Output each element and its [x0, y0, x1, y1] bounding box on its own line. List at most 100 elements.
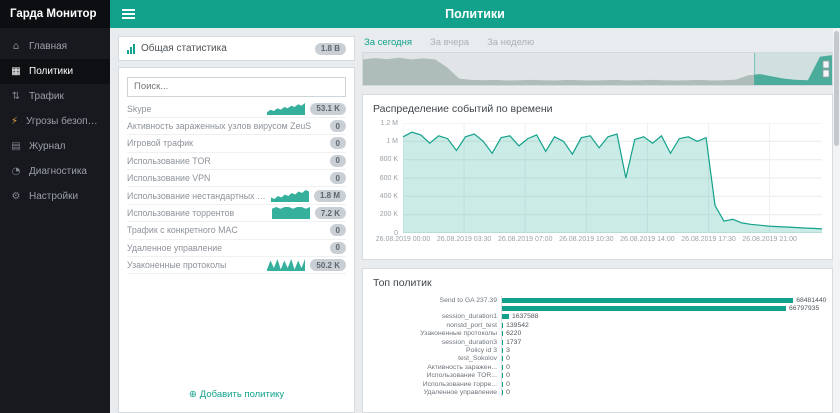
policy-list-item[interactable]: Использование торрентов 7.2 K: [127, 205, 346, 223]
sidebar-item-label: Главная: [29, 41, 68, 52]
bar-value: 139542: [506, 321, 529, 329]
policy-list-item[interactable]: Игровой трафик 0: [127, 135, 346, 153]
bar: [502, 364, 504, 370]
add-policy-button[interactable]: ⊕ Добавить политику: [119, 389, 354, 400]
brush-handle-right[interactable]: [822, 60, 830, 69]
sparkline-chart: [271, 207, 310, 220]
bar-value: 1737: [506, 338, 522, 346]
time-range-tabs: За сегодня За вчера За неделю: [364, 37, 534, 48]
bar-row: Узаконенные протоколы 6220: [373, 329, 822, 338]
scrollbar-thumb[interactable]: [834, 31, 839, 146]
search-input[interactable]: [127, 76, 346, 97]
bar: [502, 297, 794, 303]
policy-list-item[interactable]: Skype 53.1 K: [127, 101, 346, 118]
bar-track: 1737: [501, 337, 822, 347]
tab-week[interactable]: За неделю: [487, 37, 534, 48]
journal-icon: ▤: [11, 141, 21, 152]
bar: [502, 389, 504, 395]
bar-value: 66797935: [789, 305, 820, 313]
bar: [502, 339, 504, 345]
events-chart-card: Распределение событий по времени 1.2 M 1 …: [362, 94, 833, 260]
bar-label: nonstd_port_test: [446, 321, 497, 329]
timeline-brush[interactable]: [362, 52, 833, 86]
policy-name: Активность зараженных узлов вирусом ZeuS: [127, 121, 312, 132]
sparkline-chart: [267, 259, 306, 272]
policy-count-badge: 0: [329, 224, 346, 237]
sparkline-chart: [267, 102, 306, 115]
bar-row: Использование торре... 0: [373, 379, 822, 389]
threats-icon: ⚡: [11, 116, 19, 127]
bar-track: 68481440: [501, 296, 826, 305]
policy-count-badge: 53.1 K: [310, 102, 346, 115]
plus-icon: ⊕: [188, 389, 197, 400]
bar-track: 6220: [501, 329, 822, 338]
bar-value: 6220: [506, 330, 522, 338]
bar-value: 3: [506, 347, 510, 355]
sidebar-item-journal[interactable]: ▤ Журнал: [0, 134, 110, 159]
traffic-icon: ⇅: [11, 91, 21, 102]
tab-yesterday[interactable]: За вчера: [430, 37, 469, 48]
policy-count-badge: 50.2 K: [310, 259, 346, 272]
events-chart-plot: [403, 123, 822, 233]
bar-value: 0: [506, 380, 510, 388]
policy-list-item[interactable]: Активность зараженных узлов вирусом ZeuS…: [127, 118, 346, 136]
bar-row: nonstd_port_test 139542: [373, 321, 822, 330]
bar-track: 0: [501, 354, 822, 364]
page-title: Политики: [445, 7, 505, 21]
bar-label: Удаленное управление: [423, 388, 497, 396]
brush-handle-right[interactable]: [822, 69, 830, 78]
sidebar-item-diagnostics[interactable]: ◔ Диагностика: [0, 159, 110, 184]
bar-track: 0: [501, 388, 822, 397]
bar: [502, 322, 504, 328]
policy-list-item[interactable]: Использование VPN 0: [127, 170, 346, 188]
bar-label: test_Sokolov: [458, 355, 497, 363]
sidebar-item-settings[interactable]: ⚙ Настройки: [0, 184, 110, 209]
policy-count-badge: 0: [329, 154, 346, 167]
sidebar-item-threats[interactable]: ⚡ Угрозы безопасности: [0, 109, 110, 134]
total-events-badge: 1.8 B: [314, 42, 346, 55]
policy-name: Трафик с конкретного MAC: [127, 225, 238, 236]
tab-today[interactable]: За сегодня: [364, 37, 412, 48]
bar-value: 68481440: [796, 296, 827, 304]
top-policies-card: Топ политик Send to GA 237.39 68481440 667…: [362, 268, 833, 413]
policy-list-item[interactable]: Использование нестандартных портов 1.8 M: [127, 187, 346, 205]
app-root: Гарда Монитор Политики ⌂ Главная ▦ Политики…: [0, 0, 840, 413]
bar-row: Использование TOR... 0: [373, 371, 822, 380]
policy-count-badge: 0: [329, 137, 346, 150]
policy-list-item[interactable]: Трафик с конкретного MAC 0: [127, 222, 346, 240]
policies-panel: Skype 53.1 K Активность зараженных узлов в…: [118, 67, 355, 413]
x-axis-label: 26.08.2019 07:00: [497, 236, 553, 243]
bar-track: 3: [501, 346, 822, 355]
bar-label: Send to GA 237.39: [439, 296, 497, 304]
stats-panel-header[interactable]: Общая статистика 1.8 B: [118, 36, 355, 61]
bar: [502, 331, 504, 337]
app-title: Гарда Монитор: [0, 0, 110, 28]
x-axis-label: 26.08.2019 00:00: [375, 236, 431, 243]
policy-count-badge: 0: [329, 241, 346, 254]
policy-list-item[interactable]: Узаконенные протоколы 50.2 K: [127, 257, 346, 275]
bar-track: 0: [501, 371, 822, 380]
sidebar-item-home[interactable]: ⌂ Главная: [0, 34, 110, 59]
sidebar-item-label: Трафик: [29, 91, 64, 102]
bar-row: 66797935: [373, 304, 822, 313]
bar: [502, 314, 509, 320]
top-policies-title: Топ политик: [373, 277, 432, 289]
policy-list-item[interactable]: Удаленное управление 0: [127, 240, 346, 258]
policy-list: Skype 53.1 K Активность зараженных узлов в…: [127, 101, 346, 275]
policy-name: Узаконенные протоколы: [127, 260, 227, 271]
bar: [502, 381, 504, 387]
sidebar-item-label: Настройки: [29, 191, 79, 202]
bar-label: Активность заражен...: [427, 363, 497, 371]
vertical-scrollbar[interactable]: [833, 28, 840, 413]
events-chart-ylabels: 1.2 M1 M 800 K 600 K 400 K 200 K0: [373, 120, 403, 237]
sidebar-item-traffic[interactable]: ⇅ Трафик: [0, 84, 110, 109]
top-bar: Политики: [110, 0, 840, 28]
sidebar: ⌂ Главная ▦ Политики ⇅ Трафик ⚡ Угрозы безопасн…: [0, 28, 110, 413]
sidebar-item-policies[interactable]: ▦ Политики: [0, 59, 110, 84]
policies-icon: ▦: [11, 66, 21, 77]
policy-list-item[interactable]: Использование TOR 0: [127, 153, 346, 171]
x-axis-label: 26.08.2019 14:00: [620, 236, 675, 243]
bar-chart-icon: [127, 43, 135, 54]
events-chart: 1.2 M1 M 800 K 600 K 400 K 200 K0: [373, 120, 822, 237]
policy-name: Удаленное управление: [127, 242, 223, 253]
